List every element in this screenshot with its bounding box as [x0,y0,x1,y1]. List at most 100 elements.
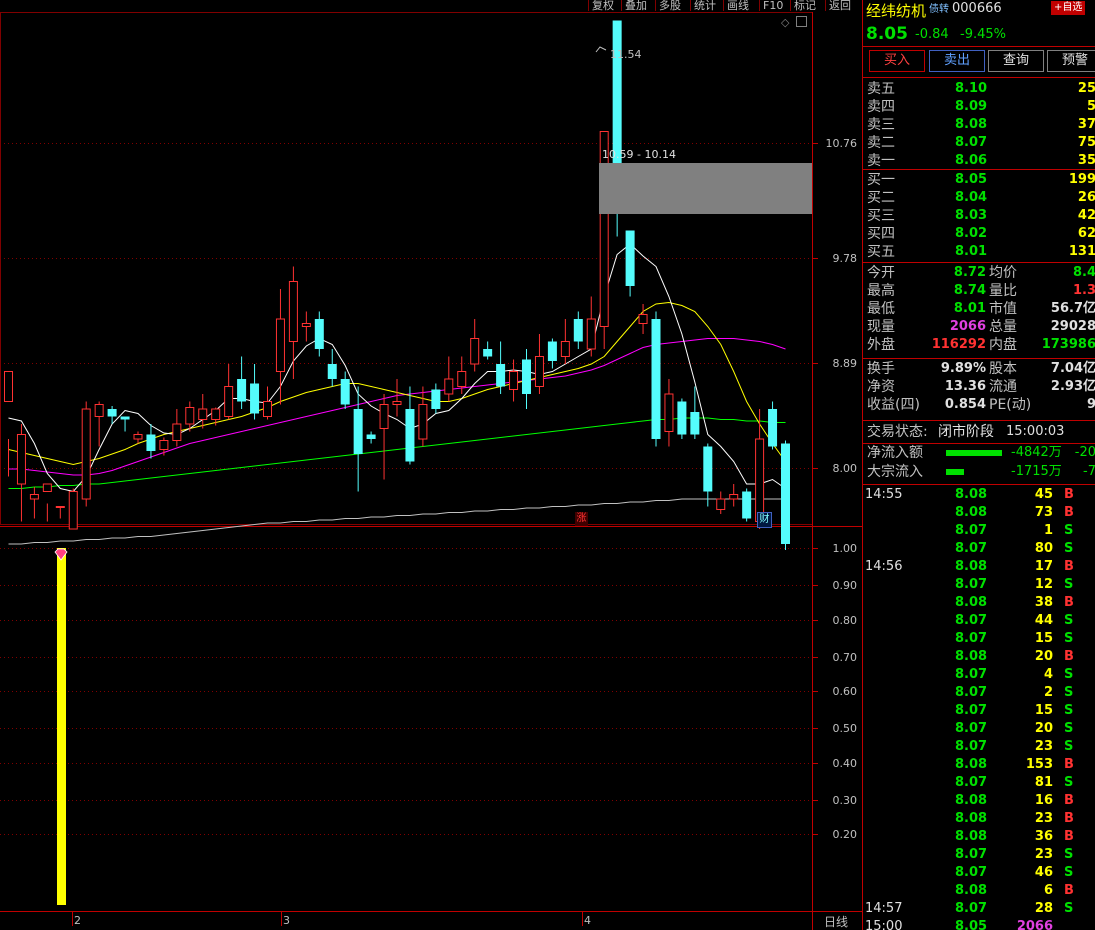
stat-label: 流通 [989,379,1017,395]
candle-body [496,364,506,387]
candle-body [573,319,583,342]
bid-price[interactable]: 8.02 [955,225,987,243]
tick-price: 8.08 [955,757,988,772]
tick-volume: 20 [1034,649,1053,664]
toolbar-button-1[interactable]: 叠加 [621,0,650,11]
bid-label: 买四 [867,226,895,242]
tick-side: S [1064,865,1074,880]
tick-side: S [1064,541,1074,556]
tick-side: B [1064,757,1074,772]
date-label: 4 [584,914,591,927]
period-label[interactable]: 日线 [824,913,848,930]
cai-marker[interactable]: 财 [757,512,772,528]
ask-price[interactable]: 8.09 [955,98,987,116]
tick-price: 8.07 [955,739,988,754]
tick-time: 15:00 [865,919,903,930]
tick-volume: 6 [1043,883,1053,898]
tick-side: B [1064,883,1074,898]
ask-price[interactable]: 8.06 [955,152,987,170]
ma5-line [8,243,786,493]
kline-chart-area[interactable]: 10.76 9.78 8.89 8.00 1.00 0.90 0.80 0.70 0.60 0.5… [0,0,862,930]
toolbar-button-0[interactable]: 复权 [588,0,617,11]
price-axis-label: 10.76 [826,137,858,150]
buy-button[interactable]: 买入 [869,50,925,72]
add-favorite-button[interactable]: +自选 [1051,1,1086,15]
price-range-box[interactable] [599,163,812,214]
ma120-line [8,498,786,545]
ask-price[interactable]: 8.07 [955,134,987,152]
candle-body [729,494,739,500]
toolbar-button-3[interactable]: 统计 [690,0,719,11]
stat-value: 8.4 [1072,265,1095,280]
tick-price: 8.07 [955,847,988,862]
tick-price: 8.05 [955,919,988,930]
stat-value: 2066 [949,319,986,334]
toolbar-button-6[interactable]: 标记 [790,0,819,11]
ask-price[interactable]: 8.08 [955,116,987,134]
flow-extra: -7 [1083,464,1095,479]
stat-label: 量比 [989,283,1017,299]
bid-price[interactable]: 8.05 [955,171,987,189]
stat-value: 29028 [1050,319,1095,334]
candle-body [405,409,415,462]
stat-label: 均价 [989,265,1017,281]
tick-price: 8.08 [955,595,988,610]
query-button[interactable]: 查询 [988,50,1044,72]
sub-axis-label: 0.30 [833,794,858,807]
tick-side: S [1064,739,1074,754]
candle-body [301,323,311,327]
candle-body [263,401,272,417]
stat-label: 收益(四) [867,397,920,413]
tick-price: 8.07 [955,523,988,538]
toolbar-button-5[interactable]: F10 [759,0,787,11]
bid-price[interactable]: 8.04 [955,189,987,207]
toolbar-button-2[interactable]: 多股 [655,0,684,11]
candle-body [250,383,260,414]
toolbar-button-4[interactable]: 画线 [723,0,752,11]
stat-value: 56.7亿 [1050,301,1095,316]
diamond-icon[interactable]: ◇ [781,16,789,29]
alert-button[interactable]: 预警 [1047,50,1095,72]
flow-bar [946,450,1002,456]
stock-code: 000666 [952,1,1002,16]
ask-price[interactable]: 8.10 [955,80,987,98]
tick-volume: 1 [1043,523,1053,538]
tick-price: 8.08 [955,649,988,664]
tick-side: S [1064,847,1074,862]
tick-time: 14:57 [865,901,903,916]
zhang-marker[interactable]: 涨 [575,512,588,526]
sell-button[interactable]: 卖出 [929,50,985,72]
price-axis-label: 9.78 [833,252,858,265]
range-price-label: 10.59 - 10.14 [602,148,676,161]
tick-volume: 23 [1034,739,1053,754]
bid-price[interactable]: 8.03 [955,207,987,225]
ask-label: 卖三 [867,117,895,133]
candle-body [340,379,350,405]
tick-side: S [1064,523,1074,538]
tick-side: S [1064,577,1074,592]
candle-body [4,371,13,402]
candle-body [379,404,389,429]
bid-price[interactable]: 8.01 [955,243,987,261]
peak-marker [595,46,607,53]
ask-label: 卖二 [867,135,895,151]
candle-body [29,494,39,500]
tick-volume: 38 [1034,595,1053,610]
tick-price: 8.07 [955,721,988,736]
tick-price: 8.08 [955,559,988,574]
tick-volume: 44 [1034,613,1053,628]
current-price: 8.05 [866,24,908,44]
candle-body [288,281,298,342]
tick-side: S [1064,775,1074,790]
candle-body [534,356,544,387]
window-toggle-icon[interactable] [796,16,807,27]
tick-price: 8.07 [955,613,988,628]
candle-body [509,371,519,390]
bid-label: 买三 [867,208,895,224]
tick-volume: 45 [1034,487,1053,502]
kline-chart-svg[interactable]: 10.76 9.78 8.89 8.00 1.00 0.90 0.80 0.70 0.60 0.5… [0,0,862,930]
toolbar-button-7[interactable]: 返回 [825,0,854,11]
stat-value: 13.36 [944,379,986,394]
sub-axis-label: 0.70 [833,651,858,664]
tick-volume: 4 [1043,667,1053,682]
